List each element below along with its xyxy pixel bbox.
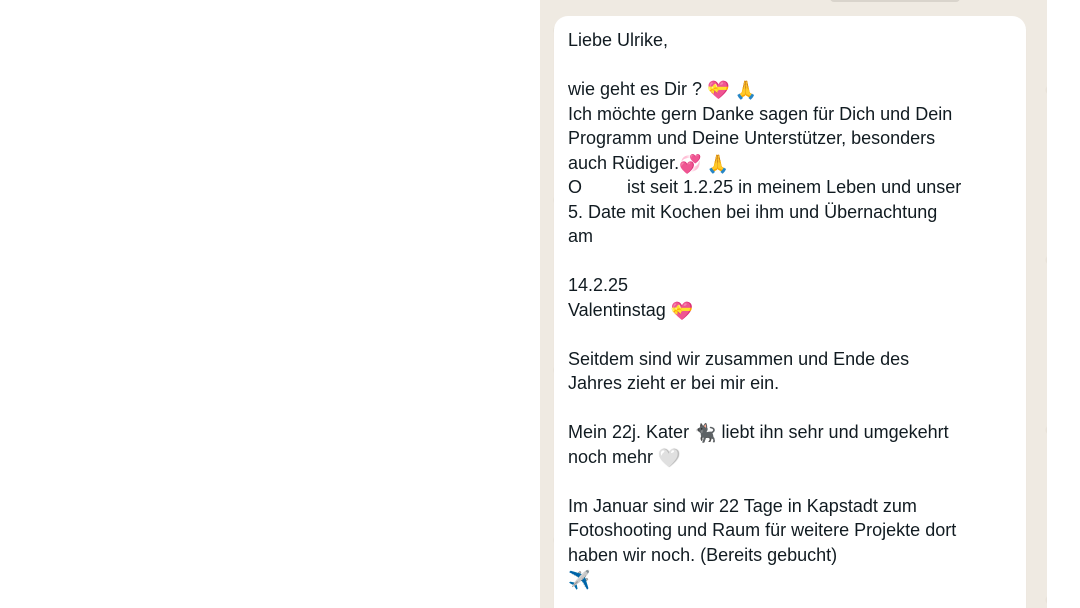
two-hearts-icon: 💞: [679, 153, 702, 175]
message-line: am: [568, 226, 594, 246]
message-line: Liebe Ulrike,: [568, 30, 669, 50]
message-line: Seitdem sind wir zusammen und Ende des: [568, 348, 910, 369]
line-text: noch mehr: [568, 446, 654, 467]
redacted-name: [582, 178, 623, 196]
folded-hands-icon: 🙏: [706, 153, 729, 175]
message-line: Mein 22j. Kater 🐈‍⬛ liebt ihn sehr und u…: [568, 420, 1014, 445]
message-line: Programm und Deine Unterstützer, besonde…: [568, 128, 936, 148]
message-line: 5. Date mit Kochen bei ihm und Übernacht…: [568, 201, 938, 222]
chat-pane: Liebe Ulrike, wie geht es Dir ? 💝 🙏 Ich …: [540, 0, 1047, 608]
line-text: auch Rüdiger.: [568, 152, 680, 173]
line-text: Mein 22j. Kater: [568, 422, 690, 442]
line-text: ist seit 1.2.25 in meinem Leben und unse…: [622, 177, 962, 197]
message-line: Jahres zieht er bei mir ein.: [568, 373, 780, 393]
message-line: ✈️: [568, 567, 1014, 592]
message-line: O ist seit 1.2.25 in meinem Leben und un…: [568, 175, 1014, 200]
message-line: Ich möchte gern Danke sagen für Dich und…: [568, 103, 953, 124]
message-line: wie geht es Dir ? 💝 🙏: [568, 77, 1014, 102]
folded-hands-icon: 🙏: [734, 80, 757, 101]
message-line: auch Rüdiger.💞 🙏: [568, 151, 1014, 176]
conversation-list-pane: [0, 0, 540, 608]
black-cat-icon: 🐈‍⬛: [694, 423, 717, 444]
line-text: O: [568, 177, 583, 197]
message-line: Fotoshooting und Raum für weitere Projek…: [568, 520, 957, 540]
line-text: Valentinstag: [568, 299, 666, 320]
message-line: Im Januar sind wir 22 Tage in Kapstadt z…: [568, 495, 917, 516]
white-heart-icon: 🤍: [658, 447, 681, 469]
airplane-icon: ✈️: [568, 570, 591, 591]
message-line: haben wir noch. (Bereits gebucht): [568, 544, 838, 565]
heart-ribbon-icon: 💝: [670, 300, 694, 322]
message-line: noch mehr 🤍: [568, 445, 1014, 470]
heart-ribbon-icon: 💝: [707, 80, 730, 101]
message-line: 14.2.25: [568, 275, 629, 295]
line-text: wie geht es Dir ?: [568, 79, 703, 99]
line-text: liebt ihn sehr und umgekehrt: [716, 422, 949, 442]
previous-message-edge: [830, 0, 960, 2]
message-line: Valentinstag 💝: [568, 298, 1014, 323]
message-text: Liebe Ulrike, wie geht es Dir ? 💝 🙏 Ich …: [568, 28, 1014, 592]
message-bubble[interactable]: Liebe Ulrike, wie geht es Dir ? 💝 🙏 Ich …: [554, 16, 1026, 608]
